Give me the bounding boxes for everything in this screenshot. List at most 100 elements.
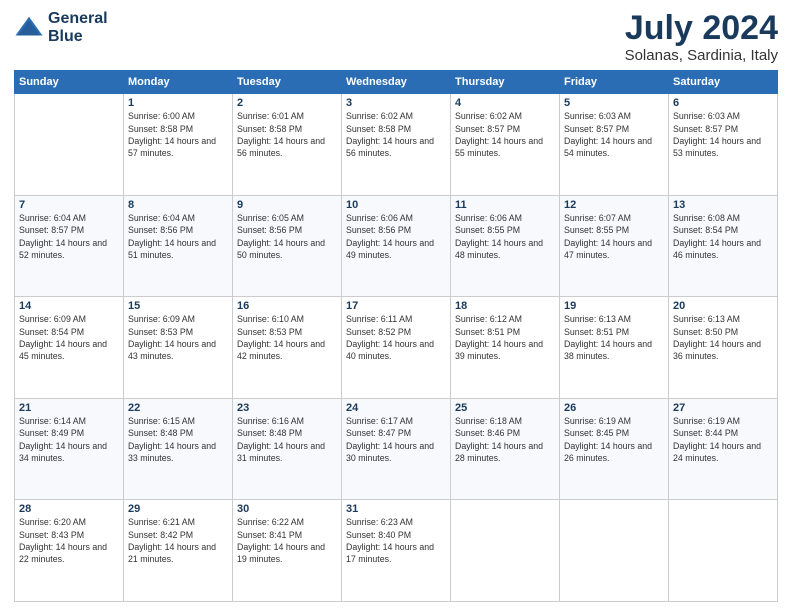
day-info: Sunrise: 6:07 AMSunset: 8:55 PMDaylight:… — [564, 212, 664, 261]
day-number: 18 — [455, 300, 555, 312]
calendar-cell: 22Sunrise: 6:15 AMSunset: 8:48 PMDayligh… — [124, 398, 233, 500]
day-number: 4 — [455, 97, 555, 109]
day-number: 26 — [564, 402, 664, 414]
week-row-3: 14Sunrise: 6:09 AMSunset: 8:54 PMDayligh… — [15, 297, 778, 399]
weekday-header-thursday: Thursday — [451, 71, 560, 94]
day-info: Sunrise: 6:21 AMSunset: 8:42 PMDaylight:… — [128, 516, 228, 565]
day-info: Sunrise: 6:14 AMSunset: 8:49 PMDaylight:… — [19, 415, 119, 464]
weekday-header-monday: Monday — [124, 71, 233, 94]
day-info: Sunrise: 6:08 AMSunset: 8:54 PMDaylight:… — [673, 212, 773, 261]
calendar-cell: 7Sunrise: 6:04 AMSunset: 8:57 PMDaylight… — [15, 195, 124, 297]
day-number: 30 — [237, 503, 337, 515]
calendar-table: SundayMondayTuesdayWednesdayThursdayFrid… — [14, 70, 778, 602]
calendar-cell: 30Sunrise: 6:22 AMSunset: 8:41 PMDayligh… — [233, 500, 342, 602]
day-info: Sunrise: 6:22 AMSunset: 8:41 PMDaylight:… — [237, 516, 337, 565]
calendar-cell: 16Sunrise: 6:10 AMSunset: 8:53 PMDayligh… — [233, 297, 342, 399]
day-number: 14 — [19, 300, 119, 312]
day-number: 21 — [19, 402, 119, 414]
calendar-cell: 29Sunrise: 6:21 AMSunset: 8:42 PMDayligh… — [124, 500, 233, 602]
logo: General Blue — [14, 10, 108, 45]
day-number: 25 — [455, 402, 555, 414]
day-info: Sunrise: 6:23 AMSunset: 8:40 PMDaylight:… — [346, 516, 446, 565]
day-number: 29 — [128, 503, 228, 515]
day-info: Sunrise: 6:12 AMSunset: 8:51 PMDaylight:… — [455, 313, 555, 362]
calendar-cell: 24Sunrise: 6:17 AMSunset: 8:47 PMDayligh… — [342, 398, 451, 500]
day-info: Sunrise: 6:02 AMSunset: 8:57 PMDaylight:… — [455, 110, 555, 159]
logo-line2: Blue — [48, 28, 108, 46]
calendar-cell: 27Sunrise: 6:19 AMSunset: 8:44 PMDayligh… — [669, 398, 778, 500]
calendar-cell: 12Sunrise: 6:07 AMSunset: 8:55 PMDayligh… — [560, 195, 669, 297]
day-info: Sunrise: 6:06 AMSunset: 8:56 PMDaylight:… — [346, 212, 446, 261]
day-number: 10 — [346, 199, 446, 211]
day-number: 22 — [128, 402, 228, 414]
day-info: Sunrise: 6:02 AMSunset: 8:58 PMDaylight:… — [346, 110, 446, 159]
week-row-4: 21Sunrise: 6:14 AMSunset: 8:49 PMDayligh… — [15, 398, 778, 500]
logo-icon — [14, 13, 44, 43]
calendar-cell: 11Sunrise: 6:06 AMSunset: 8:55 PMDayligh… — [451, 195, 560, 297]
calendar-cell: 1Sunrise: 6:00 AMSunset: 8:58 PMDaylight… — [124, 94, 233, 196]
day-number: 28 — [19, 503, 119, 515]
calendar-cell: 8Sunrise: 6:04 AMSunset: 8:56 PMDaylight… — [124, 195, 233, 297]
day-number: 9 — [237, 199, 337, 211]
day-info: Sunrise: 6:00 AMSunset: 8:58 PMDaylight:… — [128, 110, 228, 159]
week-row-5: 28Sunrise: 6:20 AMSunset: 8:43 PMDayligh… — [15, 500, 778, 602]
day-number: 5 — [564, 97, 664, 109]
day-number: 16 — [237, 300, 337, 312]
day-number: 3 — [346, 97, 446, 109]
day-number: 12 — [564, 199, 664, 211]
calendar-cell: 3Sunrise: 6:02 AMSunset: 8:58 PMDaylight… — [342, 94, 451, 196]
day-info: Sunrise: 6:10 AMSunset: 8:53 PMDaylight:… — [237, 313, 337, 362]
day-number: 24 — [346, 402, 446, 414]
calendar-cell: 9Sunrise: 6:05 AMSunset: 8:56 PMDaylight… — [233, 195, 342, 297]
day-number: 27 — [673, 402, 773, 414]
calendar-cell — [451, 500, 560, 602]
day-info: Sunrise: 6:20 AMSunset: 8:43 PMDaylight:… — [19, 516, 119, 565]
calendar-cell: 13Sunrise: 6:08 AMSunset: 8:54 PMDayligh… — [669, 195, 778, 297]
day-info: Sunrise: 6:03 AMSunset: 8:57 PMDaylight:… — [673, 110, 773, 159]
day-info: Sunrise: 6:13 AMSunset: 8:51 PMDaylight:… — [564, 313, 664, 362]
day-info: Sunrise: 6:01 AMSunset: 8:58 PMDaylight:… — [237, 110, 337, 159]
calendar-cell — [560, 500, 669, 602]
calendar-cell: 2Sunrise: 6:01 AMSunset: 8:58 PMDaylight… — [233, 94, 342, 196]
day-info: Sunrise: 6:09 AMSunset: 8:54 PMDaylight:… — [19, 313, 119, 362]
calendar-cell: 25Sunrise: 6:18 AMSunset: 8:46 PMDayligh… — [451, 398, 560, 500]
calendar-cell: 23Sunrise: 6:16 AMSunset: 8:48 PMDayligh… — [233, 398, 342, 500]
calendar-page: General Blue July 2024 Solanas, Sardinia… — [0, 0, 792, 612]
subtitle: Solanas, Sardinia, Italy — [625, 47, 778, 64]
calendar-cell: 18Sunrise: 6:12 AMSunset: 8:51 PMDayligh… — [451, 297, 560, 399]
weekday-header-tuesday: Tuesday — [233, 71, 342, 94]
logo-text: General Blue — [48, 10, 108, 45]
day-info: Sunrise: 6:17 AMSunset: 8:47 PMDaylight:… — [346, 415, 446, 464]
day-info: Sunrise: 6:19 AMSunset: 8:45 PMDaylight:… — [564, 415, 664, 464]
day-info: Sunrise: 6:09 AMSunset: 8:53 PMDaylight:… — [128, 313, 228, 362]
calendar-cell: 14Sunrise: 6:09 AMSunset: 8:54 PMDayligh… — [15, 297, 124, 399]
calendar-cell: 17Sunrise: 6:11 AMSunset: 8:52 PMDayligh… — [342, 297, 451, 399]
weekday-header-row: SundayMondayTuesdayWednesdayThursdayFrid… — [15, 71, 778, 94]
calendar-cell — [669, 500, 778, 602]
day-info: Sunrise: 6:04 AMSunset: 8:56 PMDaylight:… — [128, 212, 228, 261]
header: General Blue July 2024 Solanas, Sardinia… — [14, 10, 778, 64]
day-info: Sunrise: 6:16 AMSunset: 8:48 PMDaylight:… — [237, 415, 337, 464]
day-info: Sunrise: 6:11 AMSunset: 8:52 PMDaylight:… — [346, 313, 446, 362]
weekday-header-sunday: Sunday — [15, 71, 124, 94]
main-title: July 2024 — [625, 10, 778, 47]
week-row-2: 7Sunrise: 6:04 AMSunset: 8:57 PMDaylight… — [15, 195, 778, 297]
day-number: 1 — [128, 97, 228, 109]
calendar-cell: 10Sunrise: 6:06 AMSunset: 8:56 PMDayligh… — [342, 195, 451, 297]
day-number: 19 — [564, 300, 664, 312]
calendar-cell: 31Sunrise: 6:23 AMSunset: 8:40 PMDayligh… — [342, 500, 451, 602]
day-info: Sunrise: 6:03 AMSunset: 8:57 PMDaylight:… — [564, 110, 664, 159]
calendar-cell: 5Sunrise: 6:03 AMSunset: 8:57 PMDaylight… — [560, 94, 669, 196]
title-block: July 2024 Solanas, Sardinia, Italy — [625, 10, 778, 64]
week-row-1: 1Sunrise: 6:00 AMSunset: 8:58 PMDaylight… — [15, 94, 778, 196]
day-info: Sunrise: 6:15 AMSunset: 8:48 PMDaylight:… — [128, 415, 228, 464]
day-number: 7 — [19, 199, 119, 211]
day-info: Sunrise: 6:05 AMSunset: 8:56 PMDaylight:… — [237, 212, 337, 261]
day-number: 23 — [237, 402, 337, 414]
day-number: 8 — [128, 199, 228, 211]
day-info: Sunrise: 6:06 AMSunset: 8:55 PMDaylight:… — [455, 212, 555, 261]
calendar-cell: 4Sunrise: 6:02 AMSunset: 8:57 PMDaylight… — [451, 94, 560, 196]
day-number: 11 — [455, 199, 555, 211]
weekday-header-friday: Friday — [560, 71, 669, 94]
day-info: Sunrise: 6:19 AMSunset: 8:44 PMDaylight:… — [673, 415, 773, 464]
